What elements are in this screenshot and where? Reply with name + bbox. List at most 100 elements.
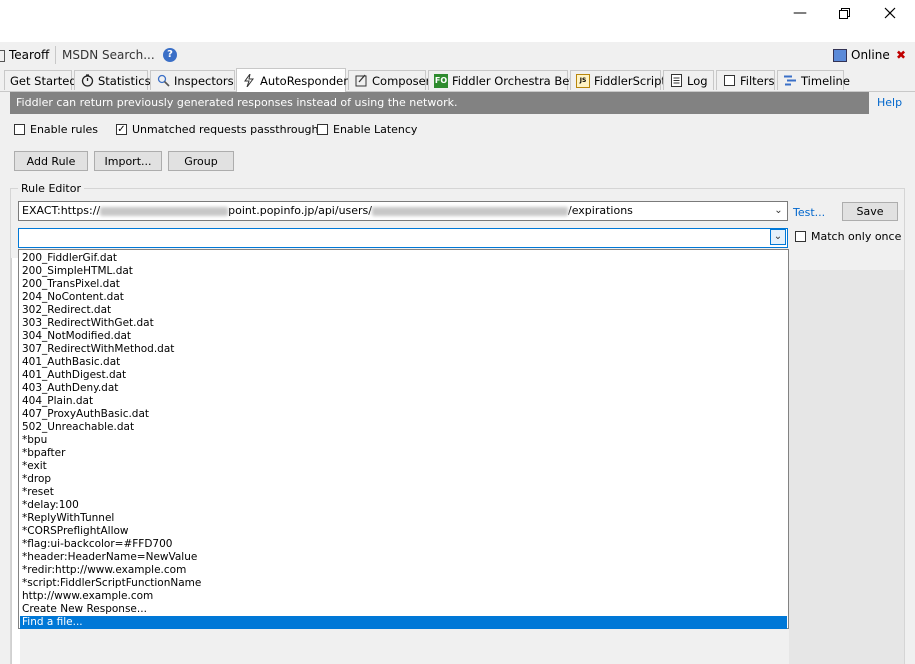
redacted-text: [100, 206, 229, 216]
help-link[interactable]: Help: [877, 96, 902, 109]
close-icon[interactable]: [867, 0, 913, 26]
dropdown-option[interactable]: 401_AuthBasic.dat: [20, 356, 787, 369]
lightning-icon: [242, 74, 256, 88]
dropdown-option[interactable]: 200_SimpleHTML.dat: [20, 265, 787, 278]
unmatched-passthrough-checkbox[interactable]: ✓ Unmatched requests passthrough: [116, 123, 319, 136]
dropdown-option[interactable]: *bpu: [20, 434, 787, 447]
chevron-down-icon[interactable]: ⌄: [770, 202, 787, 220]
chevron-down-icon[interactable]: ⌄: [770, 229, 786, 245]
group-button[interactable]: Group: [168, 151, 234, 171]
minimize-icon[interactable]: —: [777, 0, 823, 26]
tab-label: Filters: [740, 73, 775, 88]
tab-fiddlerscript[interactable]: JS FiddlerScript: [570, 70, 666, 90]
restore-icon[interactable]: [821, 0, 867, 26]
dropdown-option[interactable]: *delay:100: [20, 499, 787, 512]
checkbox-icon: [722, 74, 736, 88]
help-circle-icon[interactable]: ?: [163, 48, 177, 62]
dropdown-option[interactable]: 200_TransPixel.dat: [20, 278, 787, 291]
checkbox-box[interactable]: ✓: [116, 124, 127, 135]
checkbox-box[interactable]: [14, 124, 25, 135]
script-icon: JS: [576, 73, 590, 88]
response-panel: [789, 270, 904, 664]
tab-inspectors[interactable]: Inspectors: [150, 70, 235, 90]
dropdown-option[interactable]: *redir:http://www.example.com: [20, 564, 787, 577]
dropdown-option[interactable]: *ReplyWithTunnel: [20, 512, 787, 525]
dropdown-option[interactable]: 200_FiddlerGif.dat: [20, 252, 787, 265]
tab-filters[interactable]: Filters: [716, 70, 775, 90]
tearoff-button[interactable]: Tearoff: [0, 46, 49, 64]
checkbox-label: Match only once: [811, 230, 902, 243]
tab-label: Fiddler Orchestra Beta: [452, 73, 581, 88]
dropdown-option[interactable]: 401_AuthDigest.dat: [20, 369, 787, 382]
dropdown-option[interactable]: 502_Unreachable.dat: [20, 421, 787, 434]
tab-label: AutoResponder: [260, 73, 348, 88]
online-label: Online: [851, 48, 890, 62]
dropdown-option[interactable]: 407_ProxyAuthBasic.dat: [20, 408, 787, 421]
dropdown-option[interactable]: *bpafter: [20, 447, 787, 460]
dropdown-option[interactable]: *script:FiddlerScriptFunctionName: [20, 577, 787, 590]
checkbox-box[interactable]: [795, 231, 806, 242]
dropdown-option[interactable]: 404_Plain.dat: [20, 395, 787, 408]
dropdown-option[interactable]: http://www.example.com: [20, 590, 787, 603]
dropdown-option[interactable]: 302_Redirect.dat: [20, 304, 787, 317]
match-url-suffix: /expirations: [568, 204, 633, 217]
match-url-middle: point.popinfo.jp/api/users/: [228, 204, 372, 217]
tab-label: Inspectors: [174, 73, 234, 88]
dropdown-option[interactable]: *flag:ui-backcolor=#FFD700: [20, 538, 787, 551]
checkbox-label: Enable rules: [30, 123, 99, 136]
inspectors-icon: [156, 74, 170, 88]
checkbox-label: Enable Latency: [333, 123, 418, 136]
info-banner: Fiddler can return previously generated …: [10, 92, 869, 114]
tab-log[interactable]: Log: [663, 70, 714, 90]
toolbar-separator: [55, 46, 56, 64]
enable-rules-checkbox[interactable]: Enable rules: [14, 123, 98, 136]
dropdown-option[interactable]: 403_AuthDeny.dat: [20, 382, 787, 395]
dropdown-option[interactable]: Find a file...: [20, 616, 787, 629]
msdn-search-input[interactable]: MSDN Search...: [62, 46, 155, 64]
enable-latency-checkbox[interactable]: Enable Latency: [317, 123, 417, 136]
timeline-icon: [783, 74, 797, 88]
action-combo[interactable]: ⌄: [18, 228, 788, 248]
action-dropdown-list[interactable]: 200_FiddlerGif.dat 200_SimpleHTML.dat 200_…: [18, 249, 789, 629]
match-url-combo[interactable]: EXACT:https:// point.popinfo.jp/api/users…: [18, 201, 788, 221]
network-icon: [833, 49, 847, 62]
tab-get-started[interactable]: Get Started: [4, 70, 77, 90]
dropdown-option[interactable]: 307_RedirectWithMethod.dat: [20, 343, 787, 356]
checkbox-box[interactable]: [317, 124, 328, 135]
dropdown-option[interactable]: *drop: [20, 473, 787, 486]
tab-fiddler-orchestra[interactable]: FO Fiddler Orchestra Beta: [428, 70, 581, 90]
tab-autoresponder[interactable]: AutoResponder: [236, 68, 348, 92]
tearoff-label: Tearoff: [9, 48, 50, 62]
tab-label: Statistics: [98, 73, 151, 88]
dropdown-option[interactable]: 304_NotModified.dat: [20, 330, 787, 343]
offline-close-icon[interactable]: ✖: [896, 46, 906, 64]
dropdown-option[interactable]: *exit: [20, 460, 787, 473]
match-url-prefix: EXACT:https://: [22, 204, 101, 217]
tab-statistics[interactable]: Statistics: [74, 70, 151, 90]
dropdown-option[interactable]: *reset: [20, 486, 787, 499]
save-button[interactable]: Save: [842, 202, 898, 221]
online-status[interactable]: Online: [833, 46, 890, 64]
tab-label: Get Started: [10, 73, 77, 88]
tab-label: Log: [687, 73, 708, 88]
dropdown-option[interactable]: 303_RedirectWithGet.dat: [20, 317, 787, 330]
import-button[interactable]: Import...: [94, 151, 162, 171]
test-link[interactable]: Test...: [793, 206, 825, 219]
stopwatch-icon: [80, 74, 94, 88]
checkbox-label: Unmatched requests passthrough: [132, 123, 319, 136]
redacted-text: [372, 206, 568, 216]
add-rule-button[interactable]: Add Rule: [14, 151, 88, 171]
rule-editor-label: Rule Editor: [18, 182, 84, 195]
tab-label: Composer: [372, 73, 431, 88]
tab-composer[interactable]: Composer: [348, 70, 430, 90]
tab-timeline[interactable]: Timeline: [777, 70, 850, 90]
dropdown-option[interactable]: 204_NoContent.dat: [20, 291, 787, 304]
match-only-once-checkbox[interactable]: Match only once: [795, 230, 901, 243]
tab-label: FiddlerScript: [594, 73, 666, 88]
dropdown-option[interactable]: *header:HeaderName=NewValue: [20, 551, 787, 564]
dropdown-option[interactable]: Create New Response...: [20, 603, 787, 616]
fo-icon: FO: [434, 73, 448, 88]
dropdown-option[interactable]: *CORSPreflightAllow: [20, 525, 787, 538]
composer-icon: [354, 74, 368, 88]
log-icon: [669, 74, 683, 88]
